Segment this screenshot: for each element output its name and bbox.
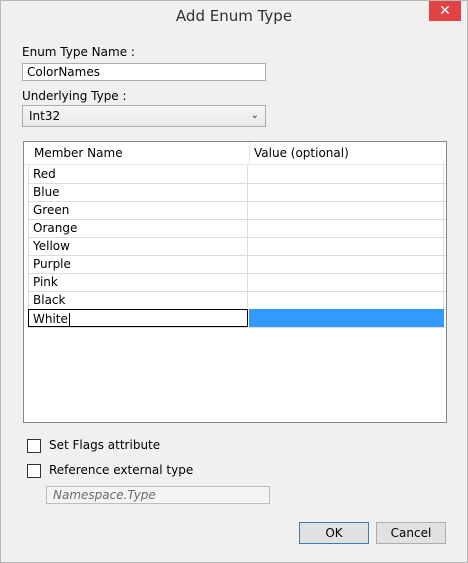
member-value-cell[interactable] — [249, 165, 444, 183]
table-row[interactable]: Purple — [28, 255, 446, 274]
table-row[interactable]: Orange — [28, 219, 446, 238]
member-name-cell[interactable]: Yellow — [28, 237, 248, 255]
member-name-cell[interactable]: Red — [28, 165, 248, 183]
namespace-type-input: Namespace.Type — [46, 486, 270, 504]
table-row[interactable]: Green — [28, 201, 446, 220]
member-name-cell[interactable]: Orange — [28, 219, 248, 237]
close-button[interactable]: ✕ — [429, 1, 461, 21]
member-name-cell[interactable]: Black — [28, 291, 248, 309]
underlying-type-label: Underlying Type : — [22, 89, 127, 103]
member-value-cell[interactable] — [249, 183, 444, 201]
chevron-down-icon: ⌄ — [250, 110, 259, 121]
text-caret — [68, 313, 70, 326]
enum-members-grid[interactable]: Member Name Value (optional) Red Blue Gr… — [23, 141, 447, 423]
member-name-edit-text: White — [33, 312, 68, 326]
grid-header: Member Name Value (optional) — [24, 142, 446, 165]
member-name-cell[interactable]: Green — [28, 201, 248, 219]
member-value-cell[interactable] — [249, 273, 444, 291]
close-icon: ✕ — [439, 3, 451, 19]
member-value-cell[interactable] — [249, 201, 444, 219]
table-row[interactable]: Black — [28, 291, 446, 310]
enum-type-name-input[interactable]: ColorNames — [22, 63, 266, 81]
member-name-cell[interactable]: Blue — [28, 183, 248, 201]
member-name-edit-cell[interactable]: White — [28, 309, 248, 327]
underlying-type-select[interactable]: Int32 ⌄ — [22, 105, 266, 127]
cancel-button[interactable]: Cancel — [376, 522, 446, 544]
column-header-member-name[interactable]: Member Name — [34, 142, 123, 164]
table-row-editing[interactable]: White — [28, 309, 446, 328]
member-value-cell[interactable] — [249, 219, 444, 237]
member-name-cell[interactable]: Purple — [28, 255, 248, 273]
member-value-cell-selected[interactable] — [249, 309, 444, 327]
table-row[interactable]: Red — [28, 165, 446, 184]
table-row[interactable]: Yellow — [28, 237, 446, 256]
set-flags-checkbox[interactable] — [27, 439, 41, 453]
member-name-cell[interactable]: Pink — [28, 273, 248, 291]
enum-type-name-label: Enum Type Name : — [22, 45, 135, 59]
table-row[interactable]: Pink — [28, 273, 446, 292]
underlying-type-value: Int32 — [29, 109, 61, 123]
title-bar: Add Enum Type ✕ — [1, 1, 467, 31]
add-enum-type-dialog: Add Enum Type ✕ Enum Type Name : ColorNa… — [0, 0, 468, 563]
column-header-value[interactable]: Value (optional) — [254, 142, 349, 164]
table-row[interactable]: Blue — [28, 183, 446, 202]
member-value-cell[interactable] — [249, 237, 444, 255]
column-separator[interactable] — [249, 142, 250, 164]
reference-external-label[interactable]: Reference external type — [49, 463, 193, 477]
dialog-title: Add Enum Type — [175, 7, 293, 25]
member-value-cell[interactable] — [249, 255, 444, 273]
ok-button[interactable]: OK — [299, 522, 369, 544]
reference-external-checkbox[interactable] — [27, 464, 41, 478]
set-flags-label[interactable]: Set Flags attribute — [49, 438, 160, 452]
member-value-cell[interactable] — [249, 291, 444, 309]
